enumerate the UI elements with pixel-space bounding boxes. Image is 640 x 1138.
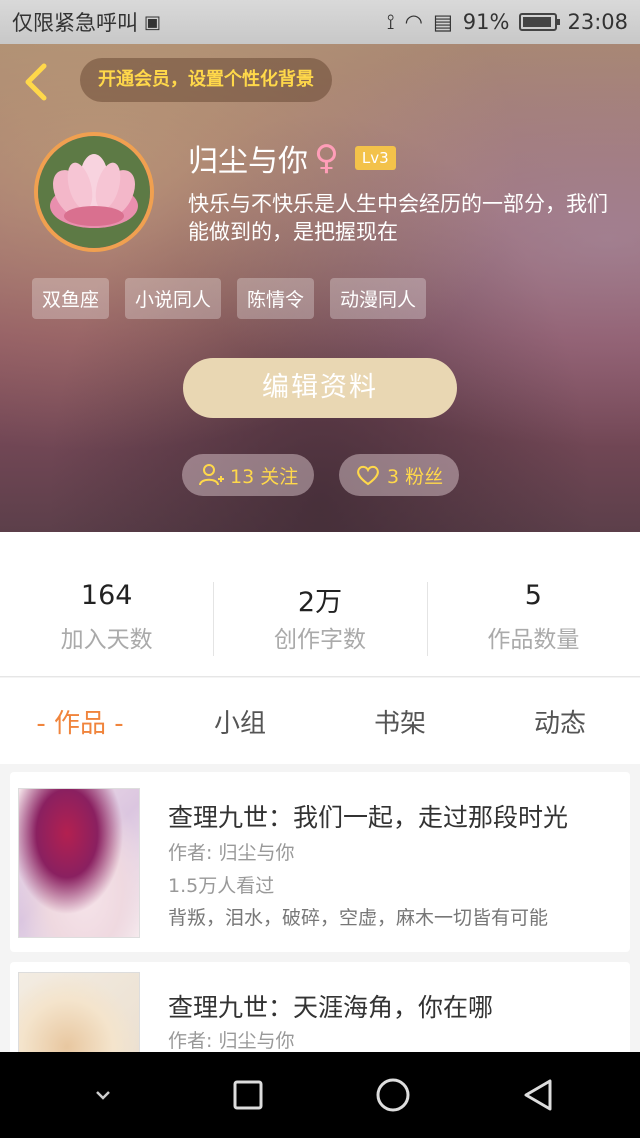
nav-recents-button[interactable] [218, 1065, 278, 1125]
following-count: 13 关注 [230, 465, 299, 488]
screenshot-icon: ▣ [144, 11, 162, 33]
tab-activity[interactable]: 动态 [480, 703, 640, 740]
back-button[interactable] [18, 60, 58, 104]
stat-word-count: 2万 创作字数 [213, 580, 426, 676]
stat-value: 5 [524, 580, 542, 611]
work-title: 查理九世：我们一起，走过那段时光 [168, 803, 569, 832]
profile-header: 开通会员，设置个性化背景 归尘与你 ♀ Lv3 快乐与不快乐是人生中会经历的一部… [0, 44, 640, 532]
circle-icon [376, 1078, 409, 1112]
sim-icon: ▤ [432, 10, 453, 34]
system-nav-bar [0, 1052, 640, 1138]
work-card[interactable]: 查理九世：我们一起，走过那段时光 作者: 归尘与你 1.5万人看过 背叛，泪水，… [10, 772, 630, 952]
battery-percent: 91% [462, 10, 510, 34]
chevron-down-icon [95, 1091, 110, 1100]
tab-groups[interactable]: 小组 [160, 703, 320, 740]
work-card[interactable]: 查理九世：天涯海角，你在哪 作者: 归尘与你 [10, 962, 630, 1052]
username: 归尘与你 [188, 144, 308, 179]
vip-background-banner[interactable]: 开通会员，设置个性化背景 [80, 58, 332, 102]
wifi-icon: ◠ [404, 10, 423, 34]
level-badge: Lv3 [354, 146, 396, 170]
work-title: 查理九世：天涯海角，你在哪 [168, 993, 494, 1022]
work-author: 作者: 归尘与你 [168, 1030, 295, 1052]
clock: 23:08 [567, 10, 628, 34]
stats-bar: 164 加入天数 2万 创作字数 5 作品数量 [0, 532, 640, 677]
work-cover-image [18, 788, 140, 938]
nav-home-button[interactable] [363, 1065, 423, 1125]
tab-works[interactable]: - 作品 - [0, 703, 160, 740]
stat-label: 创作字数 [273, 627, 366, 653]
tab-bookshelf[interactable]: 书架 [320, 703, 480, 740]
work-author: 作者: 归尘与你 [168, 842, 295, 864]
tag-item: 小说同人 [125, 278, 222, 319]
stat-label: 加入天数 [60, 627, 153, 653]
stat-value: 164 [80, 580, 133, 611]
nav-collapse-button[interactable] [73, 1065, 133, 1125]
work-description: 背叛，泪水，破碎，空虚，麻木一切皆有可能 [168, 907, 549, 929]
tag-item: 动漫同人 [330, 278, 427, 319]
user-plus-icon [199, 464, 224, 486]
bio-text: 快乐与不快乐是人生中会经历的一部分，我们能做到的，是把握现在 [188, 192, 608, 244]
square-icon [233, 1080, 262, 1110]
lotus-image [38, 136, 150, 248]
tag-item: 双鱼座 [32, 278, 110, 319]
stat-join-days: 164 加入天数 [0, 580, 213, 676]
tag-list: 双鱼座 小说同人 陈情令 动漫同人 [32, 278, 427, 319]
work-cover-image [18, 972, 140, 1052]
tag-item: 陈情令 [237, 278, 315, 319]
stat-label: 作品数量 [487, 627, 580, 653]
username-row: 归尘与你 ♀ Lv3 [188, 136, 396, 180]
followers-count: 3 粉丝 [387, 465, 444, 488]
edit-profile-button[interactable]: 编辑资料 [183, 358, 457, 418]
nav-back-button[interactable] [508, 1065, 568, 1125]
stat-value: 2万 [297, 587, 343, 618]
stat-works-count: 5 作品数量 [426, 580, 640, 676]
tab-bar: - 作品 - 小组 书架 动态 [0, 678, 640, 764]
avatar[interactable] [34, 132, 154, 252]
vibrate-icon: ⟟ [386, 9, 395, 34]
triangle-back-icon [524, 1079, 551, 1111]
status-bar: 仅限紧急呼叫 ▣ ⟟ ◠ ▤ 91% 23:08 [0, 0, 640, 44]
following-button[interactable]: 13 关注 [182, 454, 315, 496]
heart-plus-icon [357, 465, 379, 486]
battery-fill [523, 17, 551, 27]
chevron-left-icon [25, 63, 47, 101]
followers-button[interactable]: 3 粉丝 [339, 454, 460, 496]
female-icon: ♀ [314, 138, 339, 178]
battery-icon [519, 13, 561, 31]
work-views: 1.5万人看过 [168, 875, 275, 897]
carrier-text: 仅限紧急呼叫 [12, 11, 138, 35]
